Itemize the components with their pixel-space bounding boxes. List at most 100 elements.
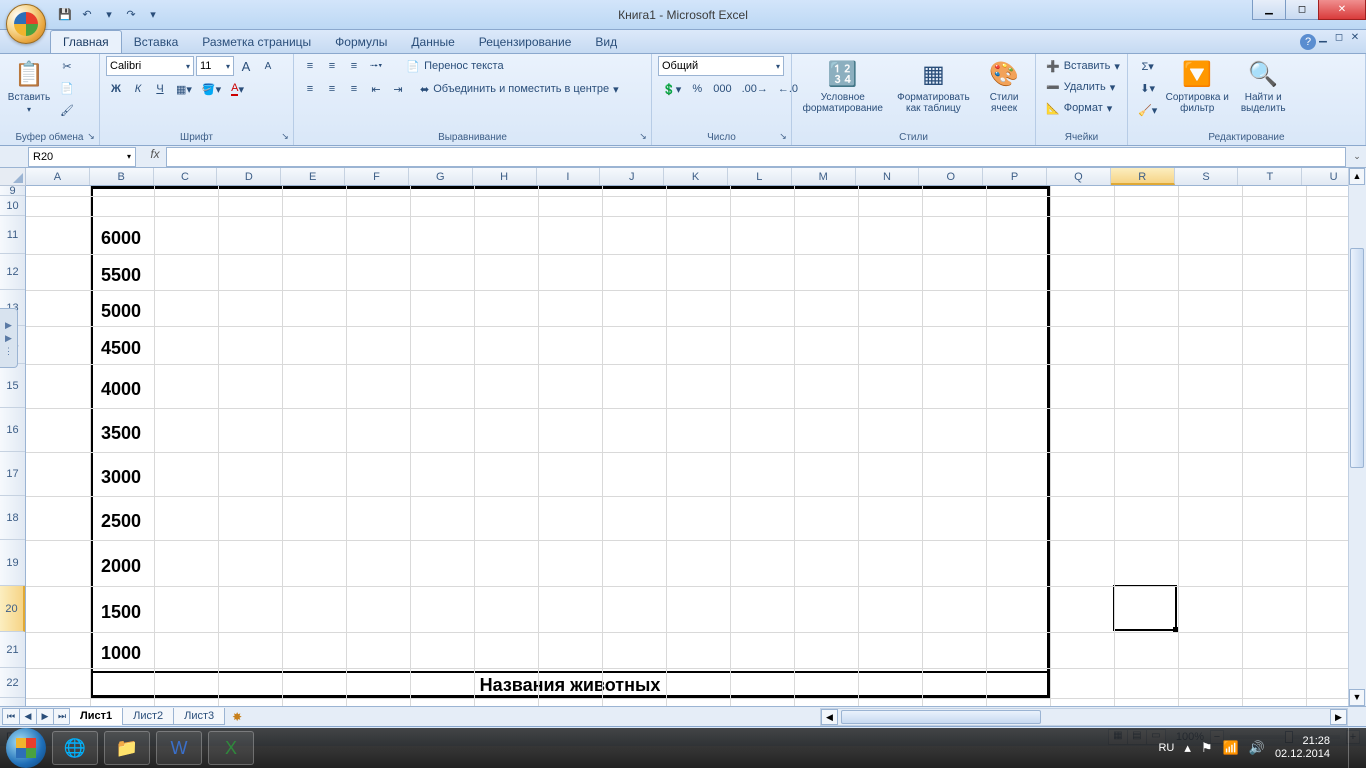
scroll-right-button[interactable]: ▶ — [1330, 709, 1347, 725]
col-header-P[interactable]: P — [983, 168, 1047, 185]
number-dialog-launcher[interactable]: ↘ — [777, 131, 789, 143]
tray-show-hidden-icon[interactable]: ▴ — [1184, 740, 1191, 756]
spreadsheet-grid[interactable]: ABCDEFGHIJKLMNOPQRSTU 910111213141516171… — [0, 168, 1366, 706]
paste-button[interactable]: 📋 Вставить ▾ — [6, 56, 52, 114]
mdi-close[interactable]: ✕ — [1348, 32, 1362, 46]
italic-button[interactable]: К — [128, 79, 148, 99]
name-box[interactable]: R20▾ — [28, 147, 136, 167]
row-header-22[interactable]: 22 — [0, 668, 25, 698]
clipboard-dialog-launcher[interactable]: ↘ — [85, 131, 97, 143]
formula-input[interactable] — [166, 147, 1346, 167]
col-header-C[interactable]: C — [154, 168, 218, 185]
task-word[interactable]: W — [156, 731, 202, 765]
increase-indent-button[interactable]: ⇥ — [388, 79, 408, 99]
fx-button[interactable]: fx — [144, 147, 166, 167]
border-button[interactable]: ▦▾ — [172, 79, 196, 99]
row-header-12[interactable]: 12 — [0, 254, 25, 290]
tab-insert[interactable]: Вставка — [122, 31, 191, 53]
sheet-tab-3[interactable]: Лист3 — [173, 708, 225, 725]
wrap-text-button[interactable]: 📄Перенос текста — [402, 56, 507, 76]
hscroll-thumb[interactable] — [841, 710, 1041, 724]
col-header-E[interactable]: E — [281, 168, 345, 185]
qat-undo[interactable]: ↶ — [78, 6, 96, 24]
tab-home[interactable]: Главная — [50, 30, 122, 53]
merge-center-button[interactable]: ⬌Объединить и поместить в центре▾ — [416, 79, 623, 99]
col-header-D[interactable]: D — [217, 168, 281, 185]
format-painter-button[interactable]: 🖌 — [56, 100, 78, 120]
show-desktop-button[interactable] — [1348, 728, 1360, 768]
alignment-dialog-launcher[interactable]: ↘ — [637, 131, 649, 143]
row-header-15[interactable]: 15 — [0, 364, 25, 408]
currency-button[interactable]: 💲▾ — [658, 79, 685, 99]
window-close[interactable]: ✕ — [1318, 0, 1366, 20]
window-maximize[interactable]: ◻ — [1285, 0, 1319, 20]
tab-pagelayout[interactable]: Разметка страницы — [190, 31, 323, 53]
help-button[interactable]: ? — [1300, 34, 1316, 50]
col-header-F[interactable]: F — [345, 168, 409, 185]
underline-button[interactable]: Ч — [150, 79, 170, 99]
sheet-tab-2[interactable]: Лист2 — [122, 708, 174, 725]
col-header-K[interactable]: K — [664, 168, 728, 185]
vscroll-thumb[interactable] — [1350, 248, 1364, 468]
select-all-button[interactable] — [0, 168, 26, 186]
col-header-J[interactable]: J — [600, 168, 664, 185]
format-as-table-button[interactable]: ▦Форматировать как таблицу — [892, 56, 976, 114]
conditional-formatting-button[interactable]: 🔢Условное форматирование — [798, 56, 888, 114]
tray-flag-icon[interactable]: ⚑ — [1201, 740, 1213, 756]
row-header-16[interactable]: 16 — [0, 408, 25, 452]
tray-network-icon[interactable]: 📶 — [1223, 740, 1239, 756]
tab-formulas[interactable]: Формулы — [323, 31, 399, 53]
sort-filter-button[interactable]: 🔽Сортировка и фильтр — [1165, 56, 1229, 114]
col-header-L[interactable]: L — [728, 168, 792, 185]
task-explorer[interactable]: 📁 — [104, 731, 150, 765]
font-size-combo[interactable]: 11▾ — [196, 56, 234, 76]
cut-button[interactable]: ✂ — [56, 56, 78, 76]
row-header-19[interactable]: 19 — [0, 540, 25, 586]
horizontal-scrollbar[interactable]: ◀ ▶ — [820, 708, 1348, 726]
insert-cells-button[interactable]: ➕Вставить▾ — [1042, 56, 1124, 76]
orientation-button[interactable]: ⭬▾ — [366, 56, 386, 76]
col-header-T[interactable]: T — [1238, 168, 1302, 185]
fill-color-button[interactable]: 🪣▾ — [198, 79, 225, 99]
row-header-21[interactable]: 21 — [0, 632, 25, 668]
mdi-minimize[interactable]: ▁ — [1316, 32, 1330, 46]
tray-lang[interactable]: RU — [1158, 742, 1174, 754]
grow-font-button[interactable]: A — [236, 56, 256, 76]
row-header-9[interactable]: 9 — [0, 186, 25, 196]
sheet-tab-1[interactable]: Лист1 — [69, 708, 123, 725]
start-button[interactable] — [6, 728, 46, 768]
tray-volume-icon[interactable]: 🔊 — [1249, 740, 1265, 756]
align-middle-button[interactable]: ≡ — [322, 56, 342, 76]
col-header-M[interactable]: M — [792, 168, 856, 185]
shrink-font-button[interactable]: A — [258, 56, 278, 76]
find-select-button[interactable]: 🔍Найти и выделить — [1233, 56, 1293, 114]
fill-button[interactable]: ⬇▾ — [1134, 78, 1161, 98]
tray-clock[interactable]: 21:28 02.12.2014 — [1275, 735, 1330, 761]
active-cell[interactable] — [1113, 585, 1177, 631]
col-header-R[interactable]: R — [1111, 168, 1175, 185]
col-header-N[interactable]: N — [856, 168, 920, 185]
align-center-button[interactable]: ≡ — [322, 79, 342, 99]
col-header-I[interactable]: I — [537, 168, 601, 185]
row-header-17[interactable]: 17 — [0, 452, 25, 496]
increase-decimal-button[interactable]: .00→ — [738, 79, 772, 99]
qat-undo-more[interactable]: ▾ — [100, 6, 118, 24]
task-excel[interactable]: X — [208, 731, 254, 765]
window-minimize[interactable]: ▁ — [1252, 0, 1286, 20]
tab-view[interactable]: Вид — [583, 31, 629, 53]
bold-button[interactable]: Ж — [106, 79, 126, 99]
clear-button[interactable]: 🧹▾ — [1134, 100, 1161, 120]
comma-button[interactable]: 000 — [709, 79, 735, 99]
mdi-restore[interactable]: ◻ — [1332, 32, 1346, 46]
tab-data[interactable]: Данные — [399, 31, 466, 53]
align-right-button[interactable]: ≡ — [344, 79, 364, 99]
row-header-11[interactable]: 11 — [0, 216, 25, 254]
cell-styles-button[interactable]: 🎨Стили ячеек — [979, 56, 1029, 114]
sheet-nav-prev[interactable]: ◀ — [19, 708, 37, 725]
formula-bar-expand[interactable]: ⌄ — [1348, 151, 1366, 162]
decrease-indent-button[interactable]: ⇤ — [366, 79, 386, 99]
copy-button[interactable]: 📄 — [56, 78, 78, 98]
font-name-combo[interactable]: Calibri▾ — [106, 56, 194, 76]
sheet-nav-next[interactable]: ▶ — [36, 708, 54, 725]
col-header-S[interactable]: S — [1175, 168, 1239, 185]
